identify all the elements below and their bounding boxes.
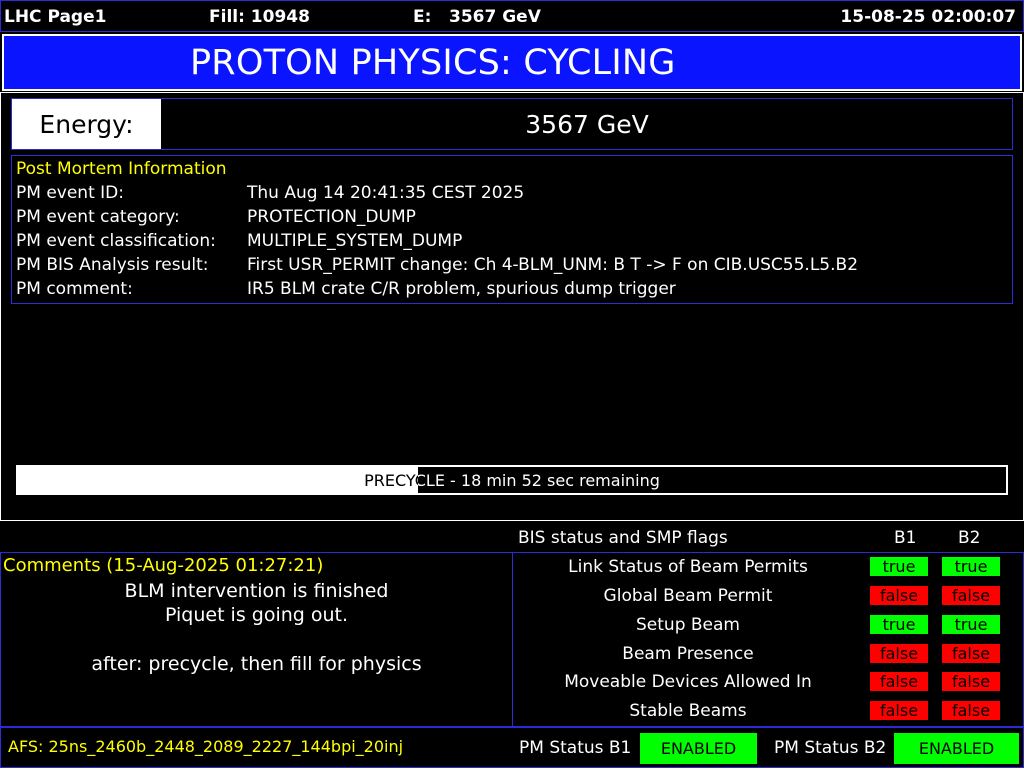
- energy-value-top: 3567 GeV: [449, 7, 541, 27]
- pm-comment-value: IR5 BLM crate C/R problem, spurious dump…: [247, 279, 676, 299]
- bis-flag-b2: true: [942, 615, 1000, 634]
- bis-flag-b1: false: [870, 672, 928, 691]
- comment-line-1: BLM intervention is finished: [124, 580, 389, 602]
- pm-event-id-value: Thu Aug 14 20:41:35 CEST 2025: [247, 183, 525, 203]
- fill-number: Fill: 10948: [209, 7, 310, 27]
- comment-line-4: after: precycle, then fill for physics: [91, 653, 422, 675]
- bis-flag-b2: true: [942, 557, 1000, 576]
- bis-flag-b1: false: [870, 644, 928, 663]
- bis-flag-b2: false: [942, 644, 1000, 663]
- pm-status-b1-value: ENABLED: [640, 733, 757, 764]
- energy-label-top: E:: [413, 7, 432, 27]
- energy-label: Energy:: [12, 99, 161, 149]
- top-status-bar: LHC Page1 Fill: 10948 E: 3567 GeV 15-08-…: [0, 0, 1024, 32]
- pm-bis-analysis-label: PM BIS Analysis result:: [16, 255, 209, 275]
- precycle-progress-bar: PRECYCLE - 18 min 52 sec remaining: [16, 465, 1008, 495]
- pm-event-id-label: PM event ID:: [16, 183, 124, 203]
- pm-event-category-label: PM event category:: [16, 207, 180, 227]
- comments-box: [0, 552, 513, 727]
- bis-flag-b2: false: [942, 672, 1000, 691]
- pm-event-classification-value: MULTIPLE_SYSTEM_DUMP: [247, 231, 463, 251]
- comment-line-2: Piquet is going out.: [164, 604, 349, 626]
- energy-value: 3567 GeV: [525, 109, 649, 139]
- pm-status-b2-value: ENABLED: [894, 733, 1019, 764]
- pm-event-category-value: PROTECTION_DUMP: [247, 207, 416, 227]
- afs-filling-scheme: AFS: 25ns_2460b_2448_2089_2227_144bpi_20…: [8, 737, 404, 756]
- machine-mode-banner: PROTON PHYSICS: CYCLING: [2, 34, 1022, 91]
- bis-row-label: Moveable Devices Allowed In: [564, 672, 812, 692]
- bis-row-label: Setup Beam: [636, 615, 740, 635]
- bis-flag-b2: false: [942, 701, 1000, 720]
- bis-row-label: Link Status of Beam Permits: [568, 557, 808, 577]
- pm-status-b1-label: PM Status B1: [519, 738, 632, 758]
- pm-event-classification-label: PM event classification:: [16, 231, 216, 251]
- pm-comment-label: PM comment:: [16, 279, 133, 299]
- bis-flag-b1: true: [870, 557, 928, 576]
- bis-b1-header: B1: [894, 528, 917, 548]
- pm-bis-analysis-value: First USR_PERMIT change: Ch 4-BLM_UNM: B…: [247, 255, 859, 275]
- progress-text: PRECYCLE - 18 min 52 sec remaining: [364, 470, 660, 490]
- comments-title: Comments (15-Aug-2025 01:27:21): [3, 555, 324, 576]
- bis-flag-b1: false: [870, 586, 928, 605]
- datetime: 15-08-25 02:00:07: [840, 7, 1016, 27]
- bis-row-label: Global Beam Permit: [603, 586, 773, 606]
- post-mortem-title: Post Mortem Information: [16, 159, 227, 179]
- bis-flag-b1: false: [870, 701, 928, 720]
- page-name: LHC Page1: [4, 7, 107, 27]
- bis-row-label: Beam Presence: [622, 644, 754, 664]
- bis-header: BIS status and SMP flags: [518, 528, 728, 548]
- bis-flag-b1: true: [870, 615, 928, 634]
- bis-b2-header: B2: [958, 528, 981, 548]
- bis-flag-b2: false: [942, 586, 1000, 605]
- bis-row-label: Stable Beams: [629, 701, 747, 721]
- pm-status-b2-label: PM Status B2: [774, 738, 887, 758]
